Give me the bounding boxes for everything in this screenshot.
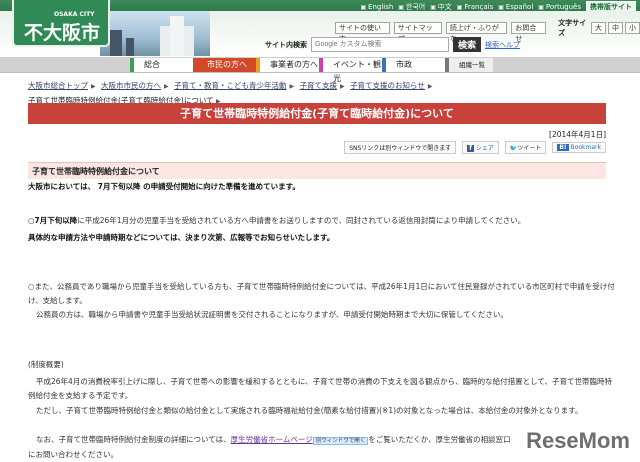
search-help-link[interactable]: 検索ヘルプ — [485, 40, 520, 50]
nav-general[interactable]: 総合 — [130, 58, 193, 72]
lang-spanish[interactable]: Español — [498, 3, 533, 11]
nav-businesses[interactable]: 事業者の方へ — [256, 58, 319, 72]
site-guide-button[interactable]: サイトの使い方 — [335, 22, 390, 43]
tweet-button[interactable]: 🐦ツイート — [504, 141, 547, 154]
breadcrumb-link[interactable]: 子育て支援のお知らせ — [350, 81, 425, 90]
paragraph: ○7月下旬以降に平成26年1月分の児童手当を受給されている方へ申請書をお送りしま… — [28, 216, 526, 225]
hatena-bookmark-button[interactable]: B! Bookmark — [552, 142, 606, 153]
osaka-city-logo[interactable]: OSAKA CITY 不大阪市 — [12, 0, 110, 47]
paragraph: 平成26年4月の消費税率引上げに際し、子育て世帯への影響を緩和するとともに、子育… — [28, 377, 612, 400]
search-input[interactable] — [311, 37, 449, 52]
paragraph: 具体的な申請方法や申請時期などについては、決まり次第、広報等でお知らせいたします… — [28, 233, 335, 242]
castle-banner-image — [100, 11, 210, 56]
lang-french[interactable]: Français — [457, 3, 493, 11]
section-heading: 子育て世帯臨時特例給付金について — [28, 162, 606, 179]
facebook-share-button[interactable]: f シェア — [462, 141, 499, 154]
paragraph: ただし、子育て世帯臨時特例給付金と類似の給付金として実施される臨時福祉給付金(簡… — [36, 406, 583, 415]
global-nav: 総合 市民の方へ 事業者の方へ イベント・観光 市政 組織一覧 — [0, 57, 640, 83]
font-large-button[interactable]: 大 — [591, 22, 606, 34]
sns-note: SNSリンクは別ウィンドウで開きます — [344, 141, 457, 154]
breadcrumb-link[interactable]: 大阪市総合トップ — [28, 81, 88, 90]
breadcrumb-link[interactable]: 大阪市市民の方へ — [101, 81, 161, 90]
new-window-icon: 別ウィンドウで開く — [312, 437, 369, 445]
breadcrumb-link[interactable]: 子育て支援 — [300, 81, 338, 90]
publish-date: [2014年4月1日] — [549, 130, 606, 139]
paragraph: (制度概要) — [28, 360, 64, 369]
logo-sub: OSAKA CITY — [54, 11, 95, 18]
logo-main: 不大阪市 — [24, 22, 101, 44]
contact-button[interactable]: お問合せ — [511, 22, 547, 43]
site-search: サイト内検索 検索 検索ヘルプ — [265, 37, 520, 52]
header-links: サイトの使い方 サイトマップ 読上げ・ふりがな お問合せ 文字サイズ 大 中 小 — [335, 18, 640, 43]
page-title: 子育て世帯臨時特例給付金(子育て臨時給付金)について — [28, 103, 606, 124]
sns-buttons: SNSリンクは別ウィンドウで開きます f シェア 🐦ツイート B! Bookma… — [344, 141, 606, 154]
read-aloud-button[interactable]: 読上げ・ふりがな — [445, 22, 508, 43]
nav-citizens[interactable]: 市民の方へ — [193, 58, 256, 72]
sitemap-button[interactable]: サイトマップ — [393, 22, 442, 43]
nav-city-government[interactable]: 市政 — [382, 58, 445, 72]
font-medium-button[interactable]: 中 — [608, 22, 623, 34]
paragraph: ○また、公務員であり職場から児童手当を受給している方も、子育て世帯臨時特例給付金… — [28, 282, 615, 305]
font-small-button[interactable]: 小 — [625, 22, 640, 34]
search-button[interactable]: 検索 — [453, 37, 482, 52]
font-size-label: 文字サイズ — [558, 19, 587, 37]
lang-portuguese[interactable]: Português — [538, 3, 581, 11]
resemom-watermark: ReseMom — [526, 428, 630, 453]
mhlw-homepage-link[interactable]: 厚生労働省ホームページ — [231, 435, 313, 444]
nav-organization[interactable]: 組織一覧 — [445, 58, 493, 72]
breadcrumb-link[interactable]: 子育て・教育・こども青少年活動 — [174, 81, 287, 90]
nav-events[interactable]: イベント・観光 — [319, 58, 382, 83]
font-size-control: 文字サイズ 大 中 小 — [558, 18, 640, 38]
paragraph: 公務員の方は、職場から申請書や児童手当受給状況証明書を交付されることになりますが… — [36, 310, 508, 319]
paragraph: 大阪市においては、 7月下旬以降 の申請受付開始に向けた準備を進めています。 — [28, 182, 300, 191]
lang-english[interactable]: English — [360, 3, 393, 11]
search-label: サイト内検索 — [265, 40, 307, 49]
